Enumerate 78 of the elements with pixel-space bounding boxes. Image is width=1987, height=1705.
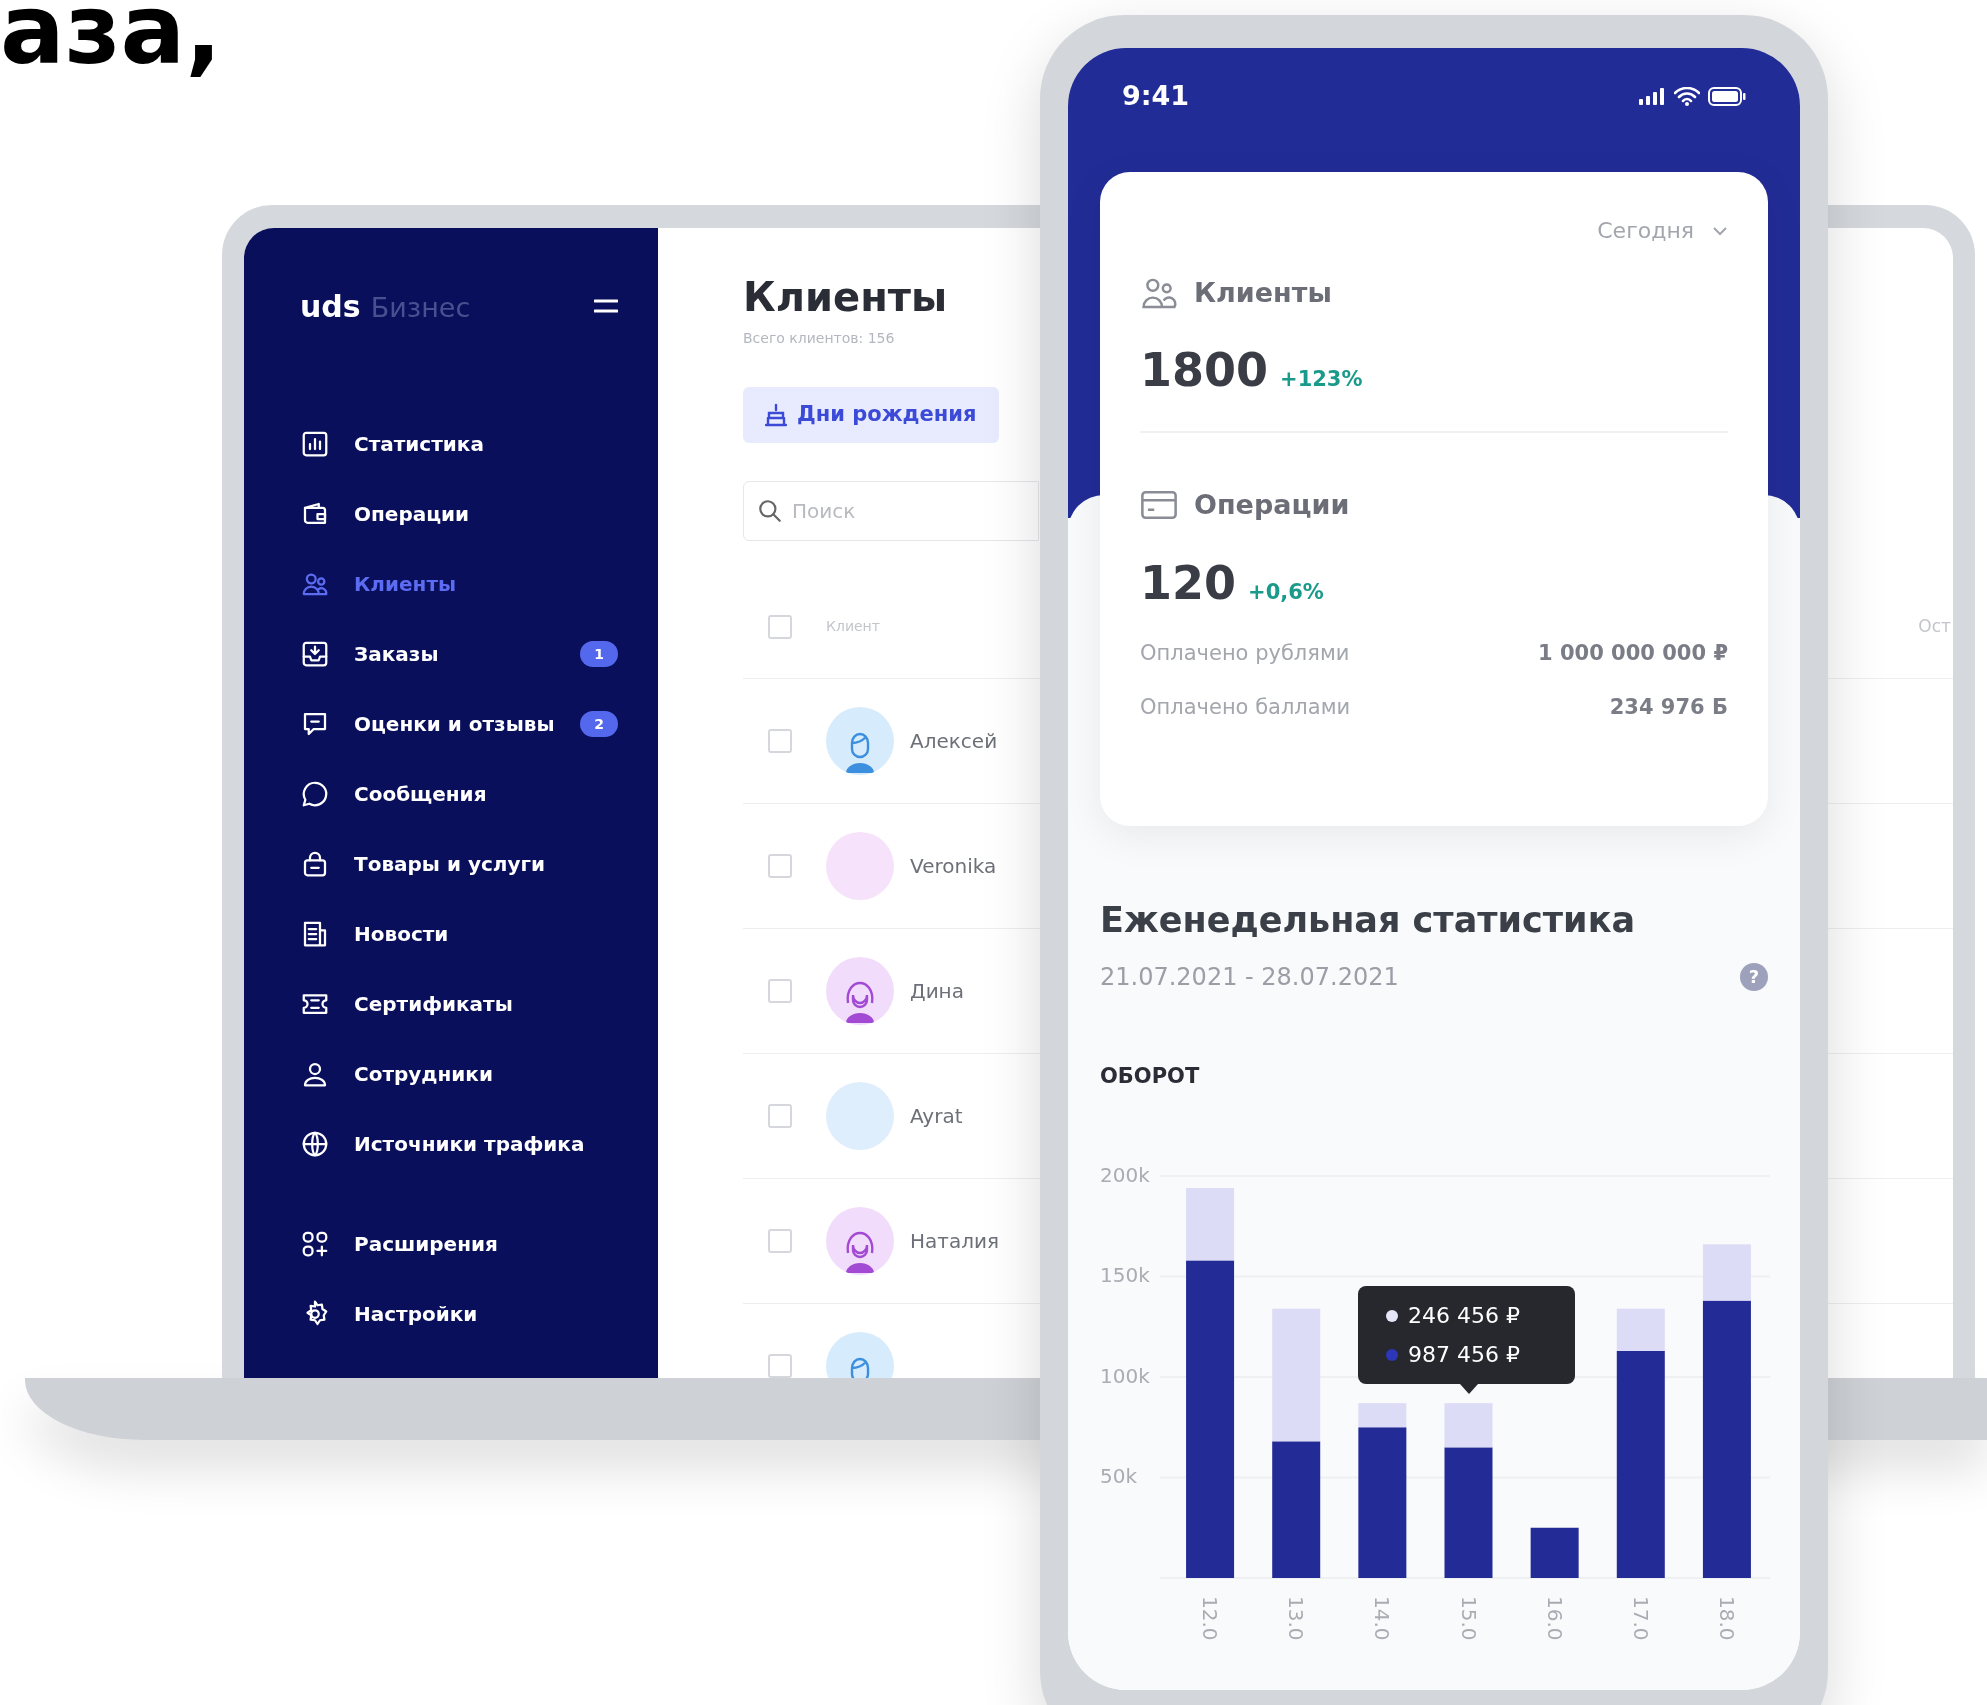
tooltip-value: 246 456 ₽: [1408, 1302, 1520, 1330]
sidebar-item[interactable]: Оценки и отзывы 2: [300, 689, 618, 759]
stat-value: 120: [1140, 555, 1237, 612]
users-icon: [1140, 276, 1178, 311]
logo: uds: [300, 287, 361, 326]
axis-label: 17.0: [1628, 1596, 1653, 1641]
client-count: Всего клиентов: 156: [743, 329, 895, 348]
column-header: Ост: [1918, 614, 1952, 638]
axis-label: 150k: [1100, 1263, 1150, 1287]
chart-title: ОБОРОТ: [1100, 1062, 1201, 1090]
birthdays-button[interactable]: Дни рождения: [743, 387, 999, 443]
count-badge: 2: [580, 711, 618, 737]
checkbox[interactable]: [768, 729, 792, 753]
headline: аза,: [0, 0, 222, 78]
sidebar-item[interactable]: Заказы 1: [300, 619, 618, 689]
axis-label: 15.0: [1456, 1596, 1481, 1641]
checkbox[interactable]: [768, 1229, 792, 1253]
axis-label: 18.0: [1714, 1596, 1739, 1641]
inbox-icon: [300, 639, 330, 669]
stat-change: +0,6%: [1248, 579, 1324, 606]
sidebar-item[interactable]: Сотрудники: [300, 1039, 618, 1109]
axis-label: 12.0: [1198, 1596, 1223, 1641]
chevron-down-icon: [1712, 225, 1728, 236]
section-title: Еженедельная статистика: [1100, 899, 1636, 942]
axis-label: 200k: [1100, 1162, 1150, 1187]
stat-value: 1800: [1140, 341, 1269, 399]
date-range: 21.07.2021 - 28.07.2021: [1100, 961, 1399, 993]
logo-suffix: Бизнес: [370, 290, 471, 325]
payment-value: 1 000 000 000 ₽: [1538, 640, 1728, 667]
sidebar-item[interactable]: Новости: [300, 899, 618, 969]
client-name: Veronika: [910, 853, 997, 880]
client-name: Ayrat: [910, 1103, 963, 1130]
client-name: Наталия: [910, 1228, 999, 1255]
chart-icon: [300, 429, 330, 459]
checkbox[interactable]: [768, 1104, 792, 1128]
sidebar-item[interactable]: Сообщения: [300, 759, 618, 829]
axis-label: 14.0: [1370, 1596, 1395, 1641]
section-label: Операции: [1194, 487, 1350, 522]
sidebar-item[interactable]: Статистика: [300, 409, 618, 479]
search-icon: [757, 498, 783, 524]
speech-bubble-icon: [300, 779, 330, 809]
card-icon: [1140, 488, 1178, 521]
menu-icon[interactable]: [594, 299, 618, 313]
grid-plus-icon: [300, 1229, 330, 1259]
checkbox[interactable]: [768, 614, 792, 639]
tooltip-value: 987 456 ₽: [1408, 1341, 1520, 1369]
status-time: 9:41: [1122, 78, 1190, 113]
sidebar-item[interactable]: Расширения: [300, 1209, 618, 1279]
sidebar-item[interactable]: Товары и услуги: [300, 829, 618, 899]
globe-icon: [300, 1129, 330, 1159]
cake-icon: [765, 403, 787, 427]
axis-label: 16.0: [1542, 1596, 1567, 1641]
axis-label: 13.0: [1284, 1596, 1309, 1641]
checkbox[interactable]: [768, 1354, 792, 1378]
payment-label: Оплачено рублями: [1140, 640, 1350, 667]
axis-label: 100k: [1100, 1363, 1150, 1388]
count-badge: 1: [580, 641, 618, 667]
checkbox[interactable]: [768, 979, 792, 1003]
axis-label: 50k: [1100, 1464, 1138, 1488]
payment-value: 234 976 Б: [1609, 693, 1728, 721]
sidebar-item[interactable]: Операции: [300, 479, 618, 549]
search-field[interactable]: Поиск: [743, 481, 1039, 541]
wifi-icon: [1674, 86, 1700, 106]
payment-label: Оплачено баллами: [1140, 693, 1351, 721]
sidebar-item[interactable]: Клиенты: [300, 549, 618, 619]
client-name: Алексей: [910, 728, 998, 755]
sidebar-item[interactable]: Настройки: [300, 1279, 618, 1349]
sidebar-item[interactable]: Источники трафика: [300, 1109, 618, 1179]
stat-change: +123%: [1280, 365, 1363, 393]
sidebar-item[interactable]: Сертификаты: [300, 969, 618, 1039]
page-title: Клиенты: [743, 273, 948, 322]
signal-icon: [1638, 87, 1666, 105]
client-name: Дина: [910, 978, 964, 1005]
checkbox[interactable]: [768, 854, 792, 878]
column-header: Клиент: [826, 617, 880, 636]
battery-icon: [1708, 86, 1746, 106]
section-label: Клиенты: [1194, 276, 1332, 310]
chart-bar: [1530, 1527, 1579, 1578]
